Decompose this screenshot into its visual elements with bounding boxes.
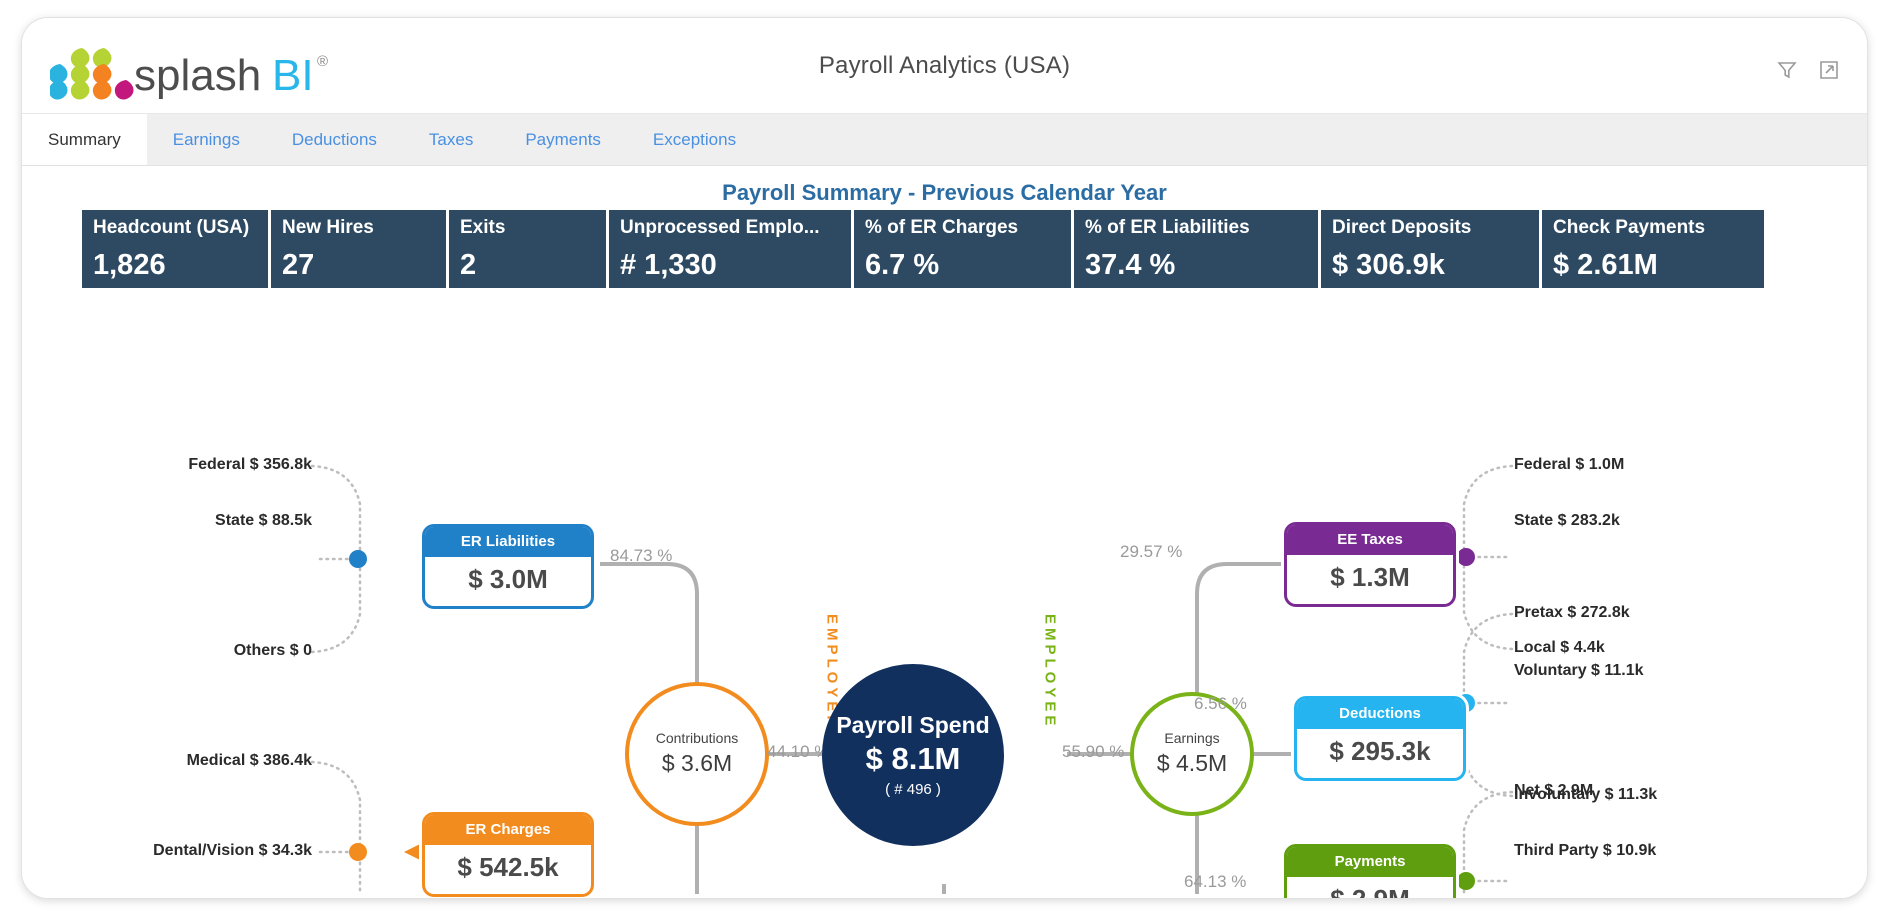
pct-deductions: 6.56 % [1194, 694, 1247, 714]
node-title: ER Charges [425, 815, 591, 845]
node-title: ER Liabilities [425, 527, 591, 557]
node-value: $ 1.3M [1287, 555, 1453, 604]
kpi-label: New Hires [282, 217, 437, 239]
kpi-value: 27 [282, 251, 437, 283]
node-title: EE Taxes [1287, 525, 1453, 555]
filter-icon[interactable] [1777, 60, 1797, 80]
pct-payments: 64.13 % [1184, 872, 1246, 892]
leaf-er-charges-dental-vision: Dental/Vision $ 34.3k [52, 842, 312, 860]
app-header: splash BI ® Payroll Analytics (USA) [22, 18, 1867, 114]
er-charges-hub-dot [349, 843, 367, 861]
pct-ee-taxes: 29.57 % [1120, 542, 1182, 562]
node-value: $ 3.0M [425, 557, 591, 606]
kpi-value: # 1,330 [620, 251, 842, 283]
kpi-value: 6.7 % [865, 251, 1062, 283]
kpi-value: $ 306.9k [1332, 251, 1530, 283]
kpi-value: 1,826 [93, 251, 259, 283]
leaf-payments-third-party: Third Party $ 10.9k [1514, 842, 1656, 860]
kpi-new-hires[interactable]: New Hires 27 [271, 210, 446, 288]
payments-hub-dot [1457, 872, 1475, 890]
tab-deductions[interactable]: Deductions [266, 114, 403, 165]
circle-value: $ 3.6M [662, 750, 732, 777]
page-title: Payroll Analytics (USA) [22, 18, 1867, 114]
payroll-flow-diagram: Federal $ 356.8k State $ 88.5k Others $ … [22, 294, 1867, 894]
node-contributions[interactable]: Contributions $ 3.6M [625, 682, 769, 826]
kpi-label: % of ER Liabilities [1085, 217, 1309, 239]
kpi-value: 37.4 % [1085, 251, 1309, 283]
kpi-value: $ 2.61M [1553, 251, 1755, 283]
leaf-payments-net: Net $ 2.9M [1514, 782, 1593, 800]
node-ee-taxes[interactable]: EE Taxes $ 1.3M [1284, 522, 1456, 607]
kpi-label: Headcount (USA) [93, 217, 259, 239]
kpi-label: Unprocessed Emplo... [620, 217, 842, 239]
leaf-ee-taxes-federal: Federal $ 1.0M [1514, 456, 1624, 474]
tab-summary[interactable]: Summary [22, 114, 147, 165]
node-value: $ 2.9M [1287, 877, 1453, 898]
kpi-pct-er-charges[interactable]: % of ER Charges 6.7 % [854, 210, 1071, 288]
leaf-ee-taxes-local: Local $ 4.4k [1514, 639, 1605, 657]
leaf-ee-taxes-state: State $ 283.2k [1514, 512, 1620, 530]
kpi-direct-deposits[interactable]: Direct Deposits $ 306.9k [1321, 210, 1539, 288]
kpi-exits[interactable]: Exits 2 [449, 210, 606, 288]
tab-exceptions[interactable]: Exceptions [627, 114, 762, 165]
section-title: Payroll Summary - Previous Calendar Year [22, 180, 1867, 206]
expand-icon[interactable] [1819, 60, 1839, 80]
leaf-deductions-pretax: Pretax $ 272.8k [1514, 604, 1630, 622]
er-liabilities-hub-dot [349, 550, 367, 568]
kpi-headcount[interactable]: Headcount (USA) 1,826 [82, 210, 268, 288]
tab-earnings[interactable]: Earnings [147, 114, 266, 165]
node-payroll-spend[interactable]: Payroll Spend $ 8.1M ( # 496 ) [822, 664, 1004, 846]
ee-taxes-hub-dot [1457, 548, 1475, 566]
kpi-label: Exits [460, 217, 597, 239]
kpi-row: Headcount (USA) 1,826 New Hires 27 Exits… [82, 210, 1789, 288]
pct-er-liabilities: 84.73 % [610, 546, 672, 566]
tab-taxes[interactable]: Taxes [403, 114, 499, 165]
tab-payments[interactable]: Payments [499, 114, 627, 165]
leaf-er-liabilities-state: State $ 88.5k [72, 512, 312, 530]
leaf-er-liabilities-others: Others $ 0 [72, 642, 312, 660]
circle-label: Contributions [656, 731, 739, 746]
leaf-deductions-voluntary: Voluntary $ 11.1k [1514, 662, 1644, 680]
node-deductions[interactable]: Deductions $ 295.3k [1294, 696, 1466, 781]
kpi-label: % of ER Charges [865, 217, 1062, 239]
hub-count: ( # 496 ) [885, 781, 941, 798]
kpi-unprocessed-employees[interactable]: Unprocessed Emplo... # 1,330 [609, 210, 851, 288]
kpi-label: Direct Deposits [1332, 217, 1530, 239]
node-er-charges[interactable]: ER Charges $ 542.5k [422, 812, 594, 897]
node-er-liabilities[interactable]: ER Liabilities $ 3.0M [422, 524, 594, 609]
dashboard-window: splash BI ® Payroll Analytics (USA) Summ… [22, 18, 1867, 898]
node-title: Payments [1287, 847, 1453, 877]
hub-value: $ 8.1M [866, 741, 961, 777]
node-value: $ 542.5k [425, 845, 591, 894]
leaf-er-liabilities-federal: Federal $ 356.8k [72, 456, 312, 474]
dashboard-canvas: Payroll Summary - Previous Calendar Year… [22, 166, 1867, 898]
pct-earnings: 55.90 % [1062, 742, 1124, 762]
kpi-value: 2 [460, 251, 597, 283]
leaf-er-charges-medical: Medical $ 386.4k [52, 752, 312, 770]
label-employee: EMPLOYEE [1040, 614, 1060, 734]
node-title: Deductions [1297, 699, 1463, 729]
er-charges-pointer [404, 842, 424, 862]
tab-bar: Summary Earnings Deductions Taxes Paymen… [22, 114, 1867, 166]
kpi-check-payments[interactable]: Check Payments $ 2.61M [1542, 210, 1764, 288]
node-payments[interactable]: Payments $ 2.9M [1284, 844, 1456, 898]
node-value: $ 295.3k [1297, 729, 1463, 778]
circle-value: $ 4.5M [1157, 750, 1227, 777]
kpi-label: Check Payments [1553, 217, 1755, 239]
hub-label: Payroll Spend [836, 712, 989, 739]
kpi-pct-er-liabilities[interactable]: % of ER Liabilities 37.4 % [1074, 210, 1318, 288]
pct-contributions: 44.10 % [767, 742, 829, 762]
circle-label: Earnings [1164, 731, 1219, 746]
